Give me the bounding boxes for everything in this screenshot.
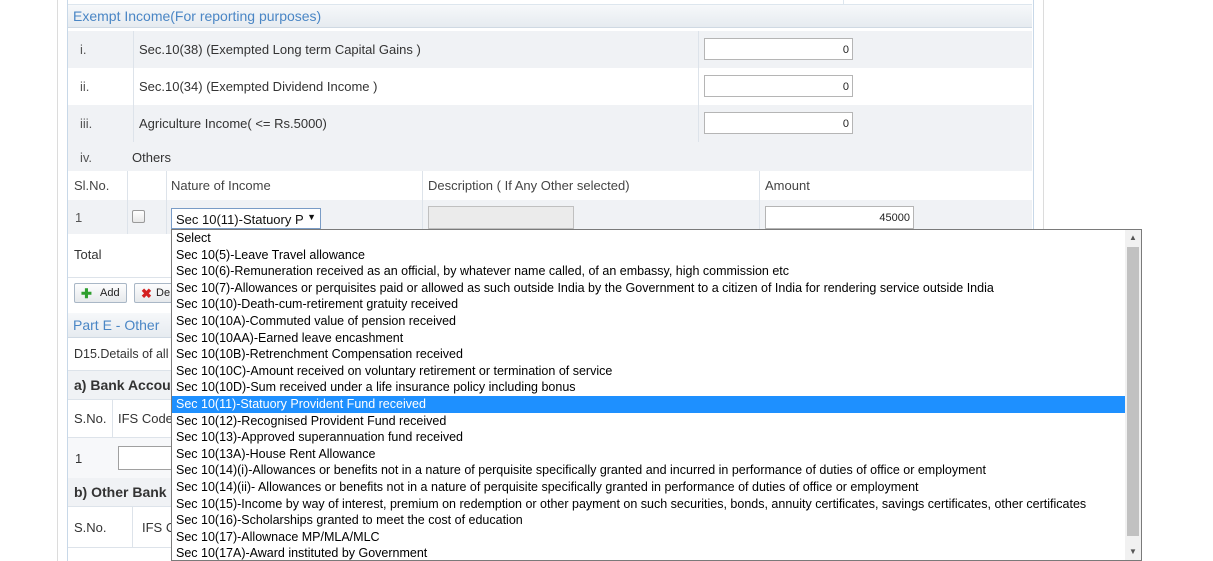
dropdown-option[interactable]: Sec 10(10D)-Sum received under a life in… <box>172 379 1126 396</box>
exempt-income-title: Exempt Income(For reporting purposes) <box>73 8 322 24</box>
dropdown-option[interactable]: Sec 10(11)-Statuory Provident Fund recei… <box>172 396 1126 413</box>
dropdown-option[interactable]: Sec 10(6)-Remuneration received as an of… <box>172 263 1126 280</box>
total-label: Total <box>74 247 102 262</box>
dropdown-option[interactable]: Sec 10(17)-Allownace MP/MLA/MLC <box>172 529 1126 546</box>
dropdown-option[interactable]: Sec 10(10B)-Retrenchment Compensation re… <box>172 346 1126 363</box>
col-ifs-code: IFS Code <box>118 411 173 426</box>
add-button[interactable]: ✚ Add <box>74 283 127 303</box>
dropdown-option[interactable]: Sec 10(15)-Income by way of interest, pr… <box>172 496 1126 513</box>
x-icon: ✖ <box>141 286 152 301</box>
dropdown-option[interactable]: Sec 10(14)(i)-Allowances or benefits not… <box>172 462 1126 479</box>
row-number: ii. <box>80 79 90 94</box>
description-input[interactable] <box>428 206 574 229</box>
dropdown-option[interactable]: Sec 10(10C)-Amount received on voluntary… <box>172 363 1126 380</box>
exempt-row-agriculture: iii. Agriculture Income( <= Rs.5000) 0 <box>68 105 1032 143</box>
scrollbar-thumb[interactable] <box>1127 247 1139 536</box>
part-e-title: Part E - Other <box>73 317 160 333</box>
triangle-down-icon[interactable]: ▼ <box>1125 544 1141 560</box>
row-number: iii. <box>80 116 93 131</box>
dropdown-scrollbar[interactable]: ▲ ▼ <box>1125 230 1141 560</box>
triangle-up-icon[interactable]: ▲ <box>1125 230 1141 246</box>
entry-select-checkbox[interactable] <box>132 210 145 223</box>
others-amount-input[interactable]: 45000 <box>765 206 914 229</box>
row-label: Sec.10(34) (Exempted Dividend Income ) <box>139 79 378 94</box>
dividend-amount-input[interactable]: 0 <box>704 75 853 97</box>
row-number: iv. <box>80 150 93 165</box>
plus-icon: ✚ <box>81 286 92 301</box>
others-table-header: Sl.No. Nature of Income Description ( If… <box>68 171 1032 201</box>
ltcg-amount-input[interactable]: 0 <box>704 38 853 60</box>
row-number: i. <box>80 42 87 57</box>
nature-of-income-dropdown[interactable]: Select Sec 10(5)-Leave Travel allowance Se… <box>171 229 1142 561</box>
select-value: Sec 10(11)-Statuory P <box>176 212 304 227</box>
agriculture-amount-input[interactable]: 0 <box>704 112 853 134</box>
dropdown-option[interactable]: Sec 10(13)-Approved superannuation fund … <box>172 429 1126 446</box>
col-s-no: S.No. <box>74 411 107 426</box>
col-nature-of-income: Nature of Income <box>171 178 271 193</box>
dropdown-option[interactable]: Sec 10(10)-Death-cum-retirement gratuity… <box>172 296 1126 313</box>
exempt-row-others: iv. Others <box>68 142 1032 172</box>
bank-accounts-title: a) Bank Accou <box>74 377 171 393</box>
d15-details-label: D15.Details of all <box>74 347 169 361</box>
dropdown-option[interactable]: Sec 10(17A)-Award instituted by Governme… <box>172 545 1126 560</box>
col-s-no: S.No. <box>74 520 107 535</box>
dropdown-option[interactable]: Sec 10(13A)-House Rent Allowance <box>172 446 1126 463</box>
row-label: Sec.10(38) (Exempted Long term Capital G… <box>139 42 421 57</box>
dropdown-option[interactable]: Sec 10(10A)-Commuted value of pension re… <box>172 313 1126 330</box>
dropdown-option[interactable]: Sec 10(12)-Recognised Provident Fund rec… <box>172 413 1126 430</box>
dropdown-option[interactable]: Sec 10(16)-Scholarships granted to meet … <box>172 512 1126 529</box>
col-amount: Amount <box>765 178 810 193</box>
dropdown-option[interactable]: Sec 10(5)-Leave Travel allowance <box>172 247 1126 264</box>
col-sl-no: Sl.No. <box>74 178 110 193</box>
dropdown-option[interactable]: Sec 10(14)(ii)- Allowances or benefits n… <box>172 479 1126 496</box>
other-bank-title: b) Other Bank <box>74 484 167 500</box>
dropdown-option[interactable]: Sec 10(10AA)-Earned leave encashment <box>172 330 1126 347</box>
exempt-row-ltcg: i. Sec.10(38) (Exempted Long term Capita… <box>68 31 1032 69</box>
entry-sl-no: 1 <box>75 210 83 225</box>
dropdown-option[interactable]: Select <box>172 230 1126 247</box>
row-number: 1 <box>75 451 83 466</box>
nature-of-income-select[interactable]: Sec 10(11)-Statuory P ▼ <box>171 208 321 229</box>
delete-button[interactable]: ✖ De <box>134 283 174 303</box>
row-label: Others <box>132 150 172 165</box>
exempt-row-dividend: ii. Sec.10(34) (Exempted Dividend Income… <box>68 68 1032 106</box>
exempt-income-header: Exempt Income(For reporting purposes) <box>68 5 1032 28</box>
col-description: Description ( If Any Other selected) <box>428 178 630 193</box>
dropdown-option[interactable]: Sec 10(7)-Allowances or perquisites paid… <box>172 280 1126 297</box>
triangle-down-icon: ▼ <box>307 212 316 222</box>
row-label: Agriculture Income( <= Rs.5000) <box>139 116 327 131</box>
ifs-code-input[interactable] <box>118 446 178 470</box>
